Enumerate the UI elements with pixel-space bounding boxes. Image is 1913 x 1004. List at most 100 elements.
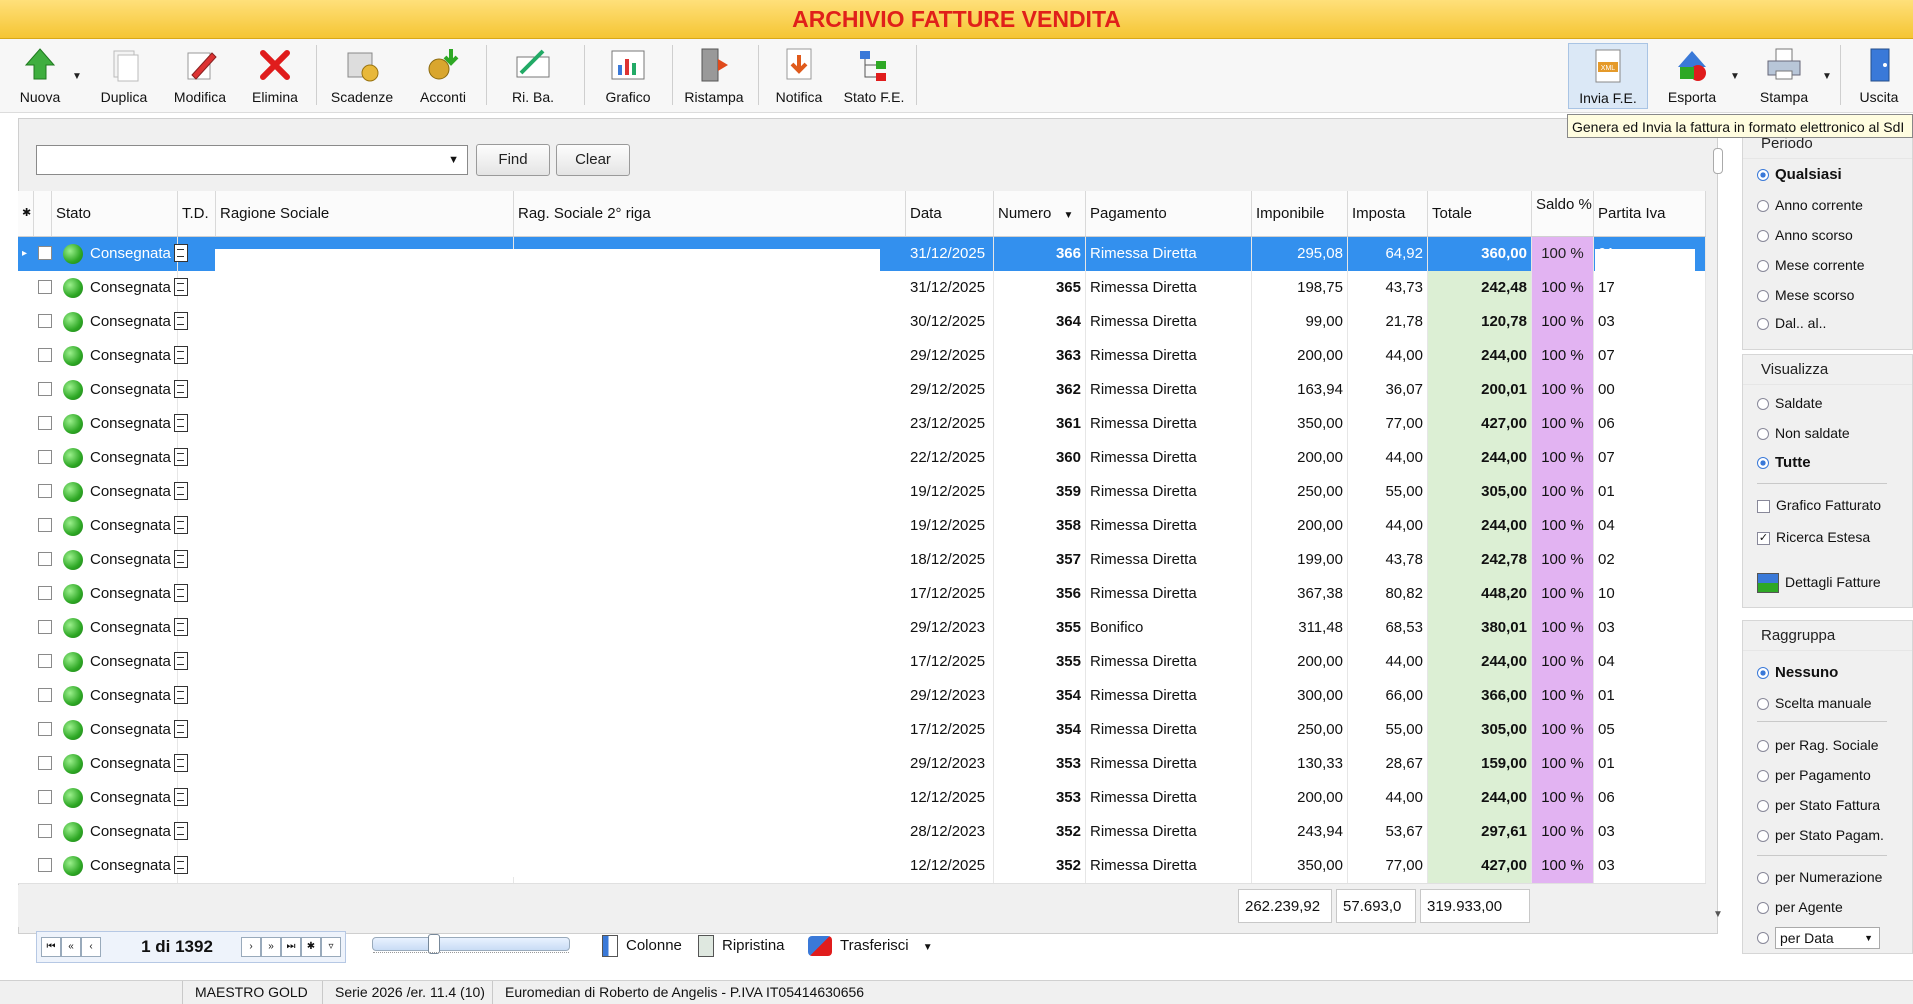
visualizza-option-non-saldate[interactable]: Non saldate [1757, 421, 1850, 445]
radio-icon [1757, 318, 1769, 331]
periodo-option-mese-corrente[interactable]: Mese corrente [1757, 253, 1864, 277]
export-button[interactable]: Esporta ▼ [1656, 43, 1740, 107]
header-numero[interactable]: Numero ▼ [994, 191, 1086, 236]
row-checkbox[interactable] [38, 586, 52, 600]
search-combo[interactable]: ▼ [36, 145, 468, 175]
chart-button[interactable]: Grafico [594, 43, 662, 107]
row-checkbox[interactable] [38, 518, 52, 532]
header-imponibile[interactable]: Imponibile [1252, 191, 1348, 236]
duplicate-button[interactable]: Duplica [92, 43, 156, 107]
periodo-option-dal-al[interactable]: Dal.. al.. [1757, 311, 1826, 335]
header-saldo[interactable]: Saldo % [1532, 191, 1594, 236]
header-rag-sociale-2[interactable]: Rag. Sociale 2° riga [514, 191, 906, 236]
print-dropdown-icon[interactable]: ▼ [1822, 71, 1832, 82]
row-checkbox[interactable] [38, 280, 52, 294]
nav-first-icon[interactable]: ⏮ [41, 937, 61, 957]
row-checkbox[interactable] [38, 688, 52, 702]
send-fe-button[interactable]: XML Invia F.E. [1568, 43, 1648, 109]
periodo-option-anno-corrente[interactable]: Anno corrente [1757, 193, 1863, 217]
row-checkbox[interactable] [38, 382, 52, 396]
nav-add-icon[interactable]: ✱ [301, 937, 321, 957]
cell-imposta: 44,00 [1348, 441, 1428, 475]
nav-prev-page-icon[interactable]: « [61, 937, 81, 957]
columns-button[interactable]: Colonne [602, 931, 682, 961]
row-checkbox[interactable] [38, 722, 52, 736]
raggruppa-option-nessuno[interactable]: Nessuno [1757, 661, 1838, 685]
find-button[interactable]: Find [476, 144, 550, 176]
periodo-option-qualsiasi[interactable]: Qualsiasi [1757, 163, 1842, 187]
row-checkbox[interactable] [38, 348, 52, 362]
row-checkbox[interactable] [38, 314, 52, 328]
row-checkbox[interactable] [38, 450, 52, 464]
cell-saldo: 100 % [1532, 645, 1594, 679]
export-dropdown-icon[interactable]: ▼ [1730, 71, 1740, 82]
header-imposta[interactable]: Imposta [1348, 191, 1428, 236]
raggruppa-option-stato-fattura[interactable]: per Stato Fattura [1757, 793, 1880, 817]
periodo-option-mese-scorso[interactable]: Mese scorso [1757, 283, 1854, 307]
visualizza-option-saldate[interactable]: Saldate [1757, 391, 1822, 415]
cell-pagamento: Rimessa Diretta [1086, 577, 1252, 611]
row-checkbox[interactable] [38, 620, 52, 634]
header-partita-iva[interactable]: Partita Iva [1594, 191, 1706, 236]
vertical-scrollbar[interactable]: ▼ [1710, 148, 1724, 920]
reprint-button[interactable]: Ristampa [680, 43, 748, 107]
zoom-slider[interactable] [372, 934, 570, 954]
reset-button[interactable]: Ripristina [698, 931, 785, 961]
print-button[interactable]: Stampa ▼ [1748, 43, 1832, 107]
nav-last-icon[interactable]: ⏭ [281, 937, 301, 957]
notify-button[interactable]: Notifica [766, 43, 832, 107]
transfer-button[interactable]: Trasferisci ▼ [808, 931, 933, 961]
raggruppa-option-agente[interactable]: per Agente [1757, 895, 1843, 919]
row-checkbox[interactable] [38, 246, 52, 260]
cell-imponibile: 198,75 [1252, 271, 1348, 305]
new-button[interactable]: Nuova ▼ [10, 43, 82, 107]
row-checkbox[interactable] [38, 824, 52, 838]
row-checkbox[interactable] [38, 790, 52, 804]
raggruppa-option-scelta-manuale[interactable]: Scelta manuale [1757, 691, 1872, 715]
per-data-select[interactable]: per Data ▼ [1775, 927, 1880, 950]
raggruppa-option-numerazione[interactable]: per Numerazione [1757, 865, 1882, 889]
riba-button[interactable]: Ri. Ba. [498, 43, 568, 107]
status-green-icon [63, 414, 83, 434]
deadlines-button[interactable]: Scadenze [326, 43, 398, 107]
nav-filter-icon[interactable]: ▿ [321, 937, 341, 957]
ricerca-estesa-checkbox[interactable]: ✓ Ricerca Estesa [1757, 525, 1870, 549]
header-stato[interactable]: Stato [52, 191, 178, 236]
edit-button[interactable]: Modifica [166, 43, 234, 107]
dettagli-fatture-button[interactable]: Dettagli Fatture [1757, 565, 1902, 599]
raggruppa-option-stato-pagam[interactable]: per Stato Pagam. [1757, 823, 1884, 847]
grafico-fatturato-checkbox[interactable]: Grafico Fatturato [1757, 493, 1881, 517]
nav-next-icon[interactable]: › [241, 937, 261, 957]
deposits-button[interactable]: Acconti [410, 43, 476, 107]
raggruppa-option-pagamento[interactable]: per Pagamento [1757, 763, 1871, 787]
header-data[interactable]: Data [906, 191, 994, 236]
row-checkbox[interactable] [38, 654, 52, 668]
row-checkbox[interactable] [38, 756, 52, 770]
zoom-slider-knob[interactable] [428, 934, 440, 954]
cell-totale: 380,01 [1428, 611, 1532, 645]
row-checkbox[interactable] [38, 484, 52, 498]
fe-status-button[interactable]: Stato F.E. [840, 43, 908, 107]
visualizza-option-tutte[interactable]: Tutte [1757, 451, 1811, 475]
scroll-down-icon[interactable]: ▼ [1713, 909, 1723, 920]
transfer-dropdown-icon[interactable]: ▼ [923, 942, 933, 953]
clear-button[interactable]: Clear [556, 144, 630, 176]
raggruppa-option-rag-sociale[interactable]: per Rag. Sociale [1757, 733, 1879, 757]
row-checkbox[interactable] [38, 858, 52, 872]
scroll-thumb[interactable] [1713, 148, 1723, 174]
new-dropdown-icon[interactable]: ▼ [72, 71, 82, 82]
header-ragione-sociale[interactable]: Ragione Sociale [216, 191, 514, 236]
header-pagamento[interactable]: Pagamento [1086, 191, 1252, 236]
cell-imposta: 55,00 [1348, 713, 1428, 747]
nav-next-page-icon[interactable]: » [261, 937, 281, 957]
header-totale[interactable]: Totale [1428, 191, 1532, 236]
row-checkbox[interactable] [38, 552, 52, 566]
exit-button[interactable]: Uscita [1848, 43, 1910, 107]
delete-button[interactable]: Elimina [244, 43, 306, 107]
nav-prev-icon[interactable]: ‹ [81, 937, 101, 957]
raggruppa-option-data[interactable]: per Data ▼ [1757, 925, 1880, 950]
header-td[interactable]: T.D. [178, 191, 216, 236]
row-checkbox[interactable] [38, 416, 52, 430]
radio-icon [1757, 169, 1769, 182]
periodo-option-anno-scorso[interactable]: Anno scorso [1757, 223, 1853, 247]
